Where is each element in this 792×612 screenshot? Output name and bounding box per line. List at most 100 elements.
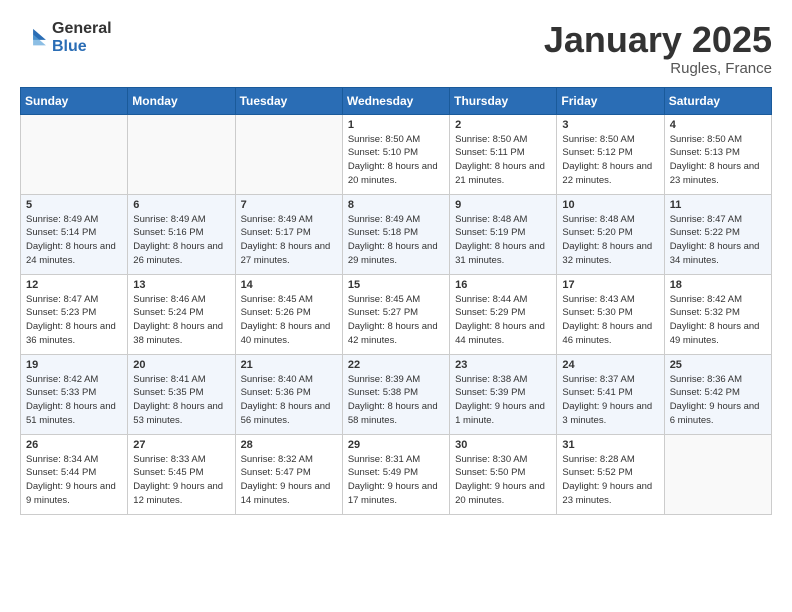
- logo: General Blue: [20, 20, 112, 56]
- table-row: 9 Sunrise: 8:48 AM Sunset: 5:19 PM Dayli…: [450, 194, 557, 274]
- day-number: 14: [241, 279, 337, 291]
- table-row: 12 Sunrise: 8:47 AM Sunset: 5:23 PM Dayl…: [21, 274, 128, 354]
- table-row: 22 Sunrise: 8:39 AM Sunset: 5:38 PM Dayl…: [342, 354, 449, 434]
- location: Rugles, France: [544, 60, 772, 77]
- day-daylight: Daylight: 8 hours and 58 minutes.: [348, 401, 438, 426]
- day-daylight: Daylight: 8 hours and 49 minutes.: [670, 321, 760, 346]
- day-daylight: Daylight: 9 hours and 9 minutes.: [26, 481, 116, 506]
- day-sunset: Sunset: 5:36 PM: [241, 387, 311, 398]
- day-daylight: Daylight: 8 hours and 32 minutes.: [562, 241, 652, 266]
- day-sunset: Sunset: 5:16 PM: [133, 227, 203, 238]
- day-sunset: Sunset: 5:50 PM: [455, 467, 525, 478]
- table-row: 10 Sunrise: 8:48 AM Sunset: 5:20 PM Dayl…: [557, 194, 664, 274]
- day-sunrise: Sunrise: 8:32 AM: [241, 454, 313, 465]
- day-sunset: Sunset: 5:11 PM: [455, 147, 525, 158]
- day-number: 3: [562, 119, 658, 131]
- day-sunrise: Sunrise: 8:50 AM: [455, 134, 527, 145]
- day-number: 27: [133, 439, 229, 451]
- header-thursday: Thursday: [450, 87, 557, 114]
- day-daylight: Daylight: 8 hours and 40 minutes.: [241, 321, 331, 346]
- day-number: 21: [241, 359, 337, 371]
- table-row: 24 Sunrise: 8:37 AM Sunset: 5:41 PM Dayl…: [557, 354, 664, 434]
- day-daylight: Daylight: 8 hours and 23 minutes.: [670, 161, 760, 186]
- day-number: 23: [455, 359, 551, 371]
- day-daylight: Daylight: 8 hours and 22 minutes.: [562, 161, 652, 186]
- day-sunset: Sunset: 5:27 PM: [348, 307, 418, 318]
- day-sunrise: Sunrise: 8:50 AM: [670, 134, 742, 145]
- day-daylight: Daylight: 8 hours and 36 minutes.: [26, 321, 116, 346]
- day-number: 29: [348, 439, 444, 451]
- day-daylight: Daylight: 8 hours and 42 minutes.: [348, 321, 438, 346]
- day-sunrise: Sunrise: 8:46 AM: [133, 294, 205, 305]
- table-row: 31 Sunrise: 8:28 AM Sunset: 5:52 PM Dayl…: [557, 434, 664, 514]
- day-sunrise: Sunrise: 8:47 AM: [670, 214, 742, 225]
- day-sunset: Sunset: 5:24 PM: [133, 307, 203, 318]
- day-daylight: Daylight: 8 hours and 21 minutes.: [455, 161, 545, 186]
- day-sunrise: Sunrise: 8:37 AM: [562, 374, 634, 385]
- day-sunset: Sunset: 5:47 PM: [241, 467, 311, 478]
- day-daylight: Daylight: 9 hours and 20 minutes.: [455, 481, 545, 506]
- day-sunrise: Sunrise: 8:30 AM: [455, 454, 527, 465]
- header-sunday: Sunday: [21, 87, 128, 114]
- day-sunset: Sunset: 5:20 PM: [562, 227, 632, 238]
- header: General Blue January 2025 Rugles, France: [20, 20, 772, 77]
- day-daylight: Daylight: 9 hours and 3 minutes.: [562, 401, 652, 426]
- day-sunrise: Sunrise: 8:45 AM: [241, 294, 313, 305]
- day-number: 13: [133, 279, 229, 291]
- day-number: 15: [348, 279, 444, 291]
- day-daylight: Daylight: 8 hours and 46 minutes.: [562, 321, 652, 346]
- weekday-header-row: Sunday Monday Tuesday Wednesday Thursday…: [21, 87, 772, 114]
- day-sunrise: Sunrise: 8:34 AM: [26, 454, 98, 465]
- day-sunrise: Sunrise: 8:49 AM: [348, 214, 420, 225]
- day-number: 18: [670, 279, 766, 291]
- day-sunset: Sunset: 5:49 PM: [348, 467, 418, 478]
- day-sunrise: Sunrise: 8:48 AM: [562, 214, 634, 225]
- day-sunset: Sunset: 5:13 PM: [670, 147, 740, 158]
- logo-general: General: [52, 20, 112, 37]
- day-number: 31: [562, 439, 658, 451]
- title-block: January 2025 Rugles, France: [544, 20, 772, 77]
- table-row: 8 Sunrise: 8:49 AM Sunset: 5:18 PM Dayli…: [342, 194, 449, 274]
- day-daylight: Daylight: 8 hours and 51 minutes.: [26, 401, 116, 426]
- header-wednesday: Wednesday: [342, 87, 449, 114]
- calendar-week-row: 1 Sunrise: 8:50 AM Sunset: 5:10 PM Dayli…: [21, 114, 772, 194]
- day-sunset: Sunset: 5:12 PM: [562, 147, 632, 158]
- day-daylight: Daylight: 8 hours and 53 minutes.: [133, 401, 223, 426]
- day-sunrise: Sunrise: 8:39 AM: [348, 374, 420, 385]
- day-sunrise: Sunrise: 8:41 AM: [133, 374, 205, 385]
- day-sunset: Sunset: 5:26 PM: [241, 307, 311, 318]
- table-row: 20 Sunrise: 8:41 AM Sunset: 5:35 PM Dayl…: [128, 354, 235, 434]
- calendar-week-row: 12 Sunrise: 8:47 AM Sunset: 5:23 PM Dayl…: [21, 274, 772, 354]
- day-daylight: Daylight: 9 hours and 17 minutes.: [348, 481, 438, 506]
- day-number: 9: [455, 199, 551, 211]
- calendar-week-row: 19 Sunrise: 8:42 AM Sunset: 5:33 PM Dayl…: [21, 354, 772, 434]
- day-sunset: Sunset: 5:52 PM: [562, 467, 632, 478]
- day-daylight: Daylight: 8 hours and 56 minutes.: [241, 401, 331, 426]
- table-row: 18 Sunrise: 8:42 AM Sunset: 5:32 PM Dayl…: [664, 274, 771, 354]
- table-row: 16 Sunrise: 8:44 AM Sunset: 5:29 PM Dayl…: [450, 274, 557, 354]
- table-row: 13 Sunrise: 8:46 AM Sunset: 5:24 PM Dayl…: [128, 274, 235, 354]
- day-sunset: Sunset: 5:33 PM: [26, 387, 96, 398]
- day-sunset: Sunset: 5:14 PM: [26, 227, 96, 238]
- day-sunrise: Sunrise: 8:40 AM: [241, 374, 313, 385]
- table-row: 5 Sunrise: 8:49 AM Sunset: 5:14 PM Dayli…: [21, 194, 128, 274]
- day-daylight: Daylight: 9 hours and 14 minutes.: [241, 481, 331, 506]
- table-row: 19 Sunrise: 8:42 AM Sunset: 5:33 PM Dayl…: [21, 354, 128, 434]
- table-row: [128, 114, 235, 194]
- header-tuesday: Tuesday: [235, 87, 342, 114]
- day-daylight: Daylight: 8 hours and 34 minutes.: [670, 241, 760, 266]
- table-row: 1 Sunrise: 8:50 AM Sunset: 5:10 PM Dayli…: [342, 114, 449, 194]
- day-sunrise: Sunrise: 8:49 AM: [26, 214, 98, 225]
- day-sunrise: Sunrise: 8:31 AM: [348, 454, 420, 465]
- day-sunset: Sunset: 5:10 PM: [348, 147, 418, 158]
- day-sunset: Sunset: 5:19 PM: [455, 227, 525, 238]
- day-sunrise: Sunrise: 8:28 AM: [562, 454, 634, 465]
- table-row: 30 Sunrise: 8:30 AM Sunset: 5:50 PM Dayl…: [450, 434, 557, 514]
- table-row: 17 Sunrise: 8:43 AM Sunset: 5:30 PM Dayl…: [557, 274, 664, 354]
- day-sunrise: Sunrise: 8:48 AM: [455, 214, 527, 225]
- day-sunrise: Sunrise: 8:36 AM: [670, 374, 742, 385]
- day-number: 30: [455, 439, 551, 451]
- table-row: 21 Sunrise: 8:40 AM Sunset: 5:36 PM Dayl…: [235, 354, 342, 434]
- day-sunrise: Sunrise: 8:50 AM: [348, 134, 420, 145]
- month-title: January 2025: [544, 20, 772, 60]
